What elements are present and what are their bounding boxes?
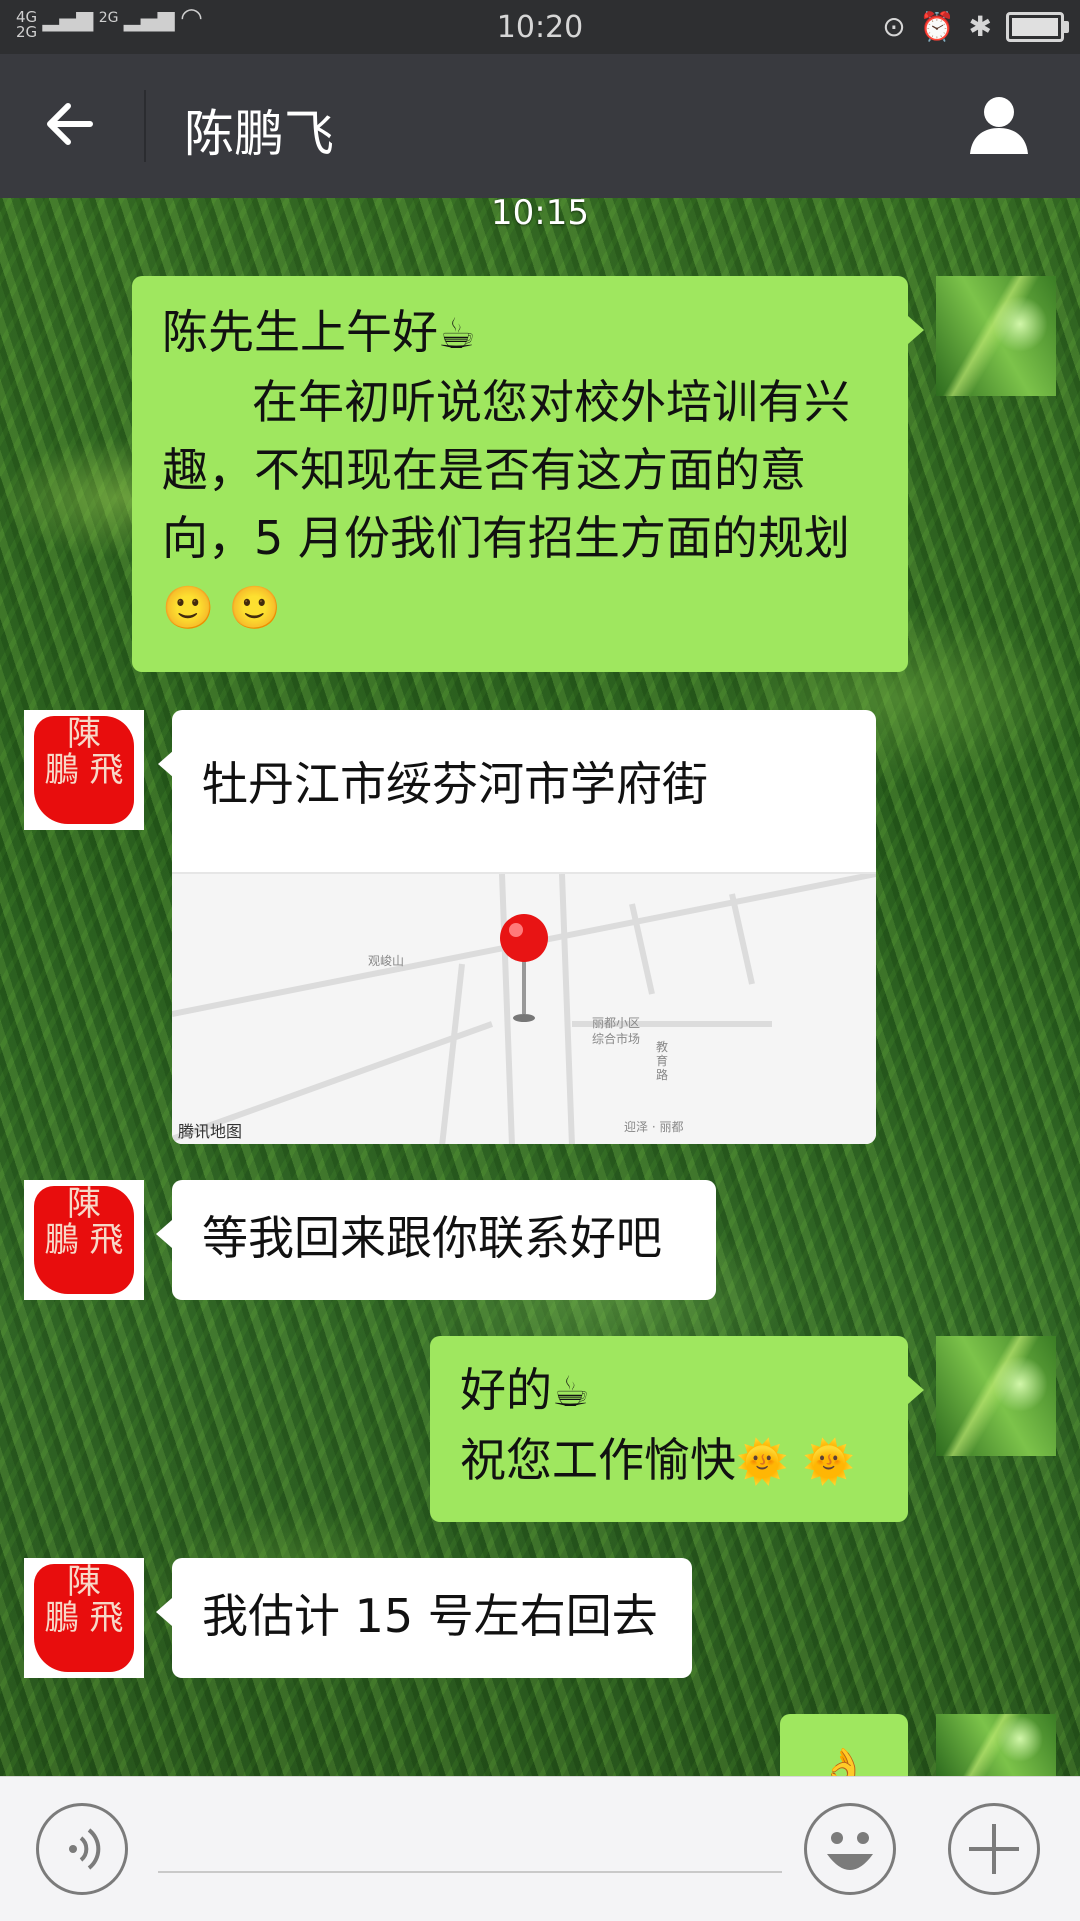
back-arrow-icon <box>47 103 93 145</box>
more-options-button[interactable] <box>948 1803 1040 1895</box>
chat-header: 陈鹏飞 <box>0 54 1080 198</box>
message-text: 好的 <box>460 1363 552 1417</box>
message-text: 向，5 月份我们有招生方面的规划 <box>162 511 850 565</box>
status-bar: 4G 2G ▂▄▆ 2G ▂▄▆ ◠ 10:20 ⊙ ⏰ ✱ <box>0 0 1080 54</box>
chat-title: 陈鹏飞 <box>184 105 334 163</box>
back-button[interactable] <box>40 94 110 164</box>
plus-icon <box>969 1824 1019 1874</box>
message-text: 陈先生上午好 <box>162 305 438 359</box>
voice-icon <box>69 1828 101 1870</box>
message-text: 趣，不知现在是否有这方面的意 <box>162 443 806 497</box>
sun-emoji-icon: 🌞 <box>736 1437 789 1486</box>
message-text: 在年初听说您对校外培训有兴 <box>252 375 850 429</box>
location-title: 牡丹江市绥芬河市学府街 <box>202 757 708 811</box>
message-bubble-self-partial[interactable]: 👌 <box>780 1714 908 1790</box>
alarm-icon: ⏰ <box>919 10 955 43</box>
message-text: 等我回来跟你联系好吧 <box>202 1211 662 1265</box>
map-label: 丽都小区 <box>592 1016 641 1030</box>
map-brand-label: 腾讯地图 <box>178 1122 243 1141</box>
message-timestamp: 10:15 <box>491 193 589 233</box>
smiley-icon <box>827 1832 873 1870</box>
map-pin-icon <box>498 914 550 1028</box>
profile-button[interactable] <box>966 92 1032 158</box>
message-bubble-self[interactable]: 陈先生上午好☕ 在年初听说您对校外培训有兴 趣，不知现在是否有这方面的意 向，5… <box>132 276 924 672</box>
bluetooth-icon: ✱ <box>968 10 992 43</box>
self-avatar[interactable] <box>936 276 1056 396</box>
input-bar <box>0 1776 1080 1921</box>
status-icons: ⊙ ⏰ ✱ <box>882 10 1069 43</box>
map-label: 迎泽 · 丽都 <box>624 1120 684 1134</box>
message-text: 祝您工作愉快 <box>460 1433 736 1487</box>
seal-logo: 陳鵬 飛 <box>34 716 134 824</box>
message-bubble-self[interactable]: 好的☕ 祝您工作愉快🌞 🌞 <box>430 1336 924 1522</box>
map-label: 综合市场 <box>592 1032 641 1046</box>
smile-emoji-icon: 🙂 <box>162 583 215 632</box>
message-bubble-contact[interactable]: 我估计 15 号左右回去 <box>156 1558 692 1678</box>
location-card[interactable]: 牡丹江市绥芬河市学府街 观峻山 丽都小区 综合市场 教 育 路 迎泽 · 丽都 <box>172 710 876 1144</box>
voice-input-button[interactable] <box>36 1803 128 1895</box>
map-label: 路 <box>656 1068 669 1082</box>
message-input[interactable] <box>158 1821 782 1873</box>
contact-avatar[interactable]: 陳鵬 飛 <box>24 1558 144 1678</box>
emoji-button[interactable] <box>804 1803 896 1895</box>
self-avatar[interactable] <box>936 1336 1056 1456</box>
contact-avatar[interactable]: 陳鵬 飛 <box>24 710 144 830</box>
sun-emoji-icon: 🌞 <box>802 1437 856 1486</box>
coffee-emoji-icon: ☕ <box>552 1367 590 1416</box>
seal-logo: 陳鵬 飛 <box>34 1186 134 1294</box>
header-divider <box>144 90 146 162</box>
battery-icon <box>1006 11 1069 42</box>
rotation-lock-icon: ⊙ <box>882 10 906 43</box>
seal-logo: 陳鵬 飛 <box>34 1564 134 1672</box>
self-avatar[interactable] <box>936 1714 1056 1776</box>
location-card-tail <box>158 750 174 778</box>
location-map[interactable]: 观峻山 丽都小区 综合市场 教 育 路 迎泽 · 丽都 腾讯地图 <box>172 872 876 1144</box>
smile-emoji-icon: 🙂 <box>228 583 282 632</box>
coffee-emoji-icon: ☕ <box>438 309 476 358</box>
message-text: 我估计 15 号左右回去 <box>202 1589 658 1643</box>
message-bubble-contact[interactable]: 等我回来跟你联系好吧 <box>156 1180 716 1300</box>
contact-avatar[interactable]: 陳鵬 飛 <box>24 1180 144 1300</box>
map-label: 观峻山 <box>368 954 405 968</box>
person-icon <box>970 97 1028 154</box>
